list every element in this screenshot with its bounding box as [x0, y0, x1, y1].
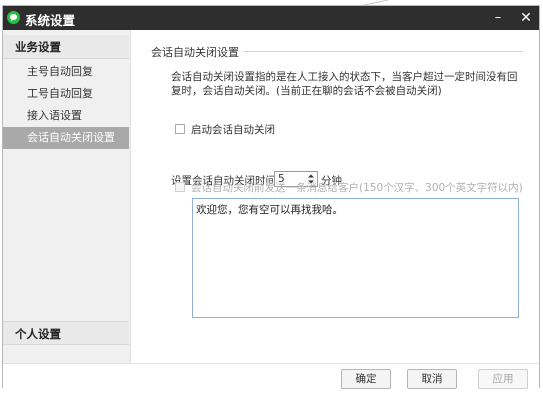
- closing-message-textarea[interactable]: 欢迎您，您有空可以再找我哈。: [192, 198, 519, 318]
- settings-window: 系统设置 – ✕ 业务设置 主号自动回复 工号自动回复 接入语设置 会话自动关闭…: [2, 5, 540, 390]
- closing-message-text[interactable]: 欢迎您，您有空可以再找我哈。: [196, 202, 343, 217]
- wechat-bubble-icon: [7, 11, 20, 24]
- sidebar-item-staff-auto-reply[interactable]: 工号自动回复: [3, 83, 129, 105]
- dialog-footer: 确定 取消 应用: [3, 363, 539, 390]
- minimize-icon[interactable]: –: [487, 8, 509, 28]
- title-bar[interactable]: 系统设置 – ✕: [3, 6, 539, 30]
- send-message-label: 会话自动关闭前发送一条消息给客户(150个汉字、300个英文字符以内): [191, 182, 523, 194]
- send-message-checkbox: [175, 182, 185, 192]
- sidebar: 业务设置 主号自动回复 工号自动回复 接入语设置 会话自动关闭设置 个人设置: [3, 30, 131, 363]
- section-divider: [243, 51, 523, 52]
- ok-button[interactable]: 确定: [341, 369, 391, 389]
- enable-auto-close-checkbox[interactable]: [175, 124, 185, 134]
- cancel-button[interactable]: 取消: [407, 369, 457, 389]
- sidebar-group-business[interactable]: 业务设置: [3, 35, 129, 59]
- sidebar-item-main-auto-reply[interactable]: 主号自动回复: [3, 61, 129, 83]
- sidebar-item-greeting-settings[interactable]: 接入语设置: [3, 105, 129, 127]
- section-title: 会话自动关闭设置: [151, 46, 239, 59]
- enable-auto-close-label[interactable]: 启动会话自动关闭: [191, 123, 275, 137]
- settings-panel: 会话自动关闭设置 会话自动关闭设置指的是在人工接入的状态下，当客户超过一定时间没…: [131, 30, 539, 363]
- sidebar-item-session-auto-close[interactable]: 会话自动关闭设置: [3, 127, 129, 149]
- close-icon[interactable]: ✕: [515, 8, 537, 28]
- apply-button: 应用: [478, 369, 528, 389]
- window-title: 系统设置: [25, 13, 76, 28]
- description-text: 会话自动关闭设置指的是在人工接入的状态下，当客户超过一定时间没有回复时，会话自动…: [171, 71, 518, 97]
- sidebar-group-personal[interactable]: 个人设置: [3, 321, 129, 345]
